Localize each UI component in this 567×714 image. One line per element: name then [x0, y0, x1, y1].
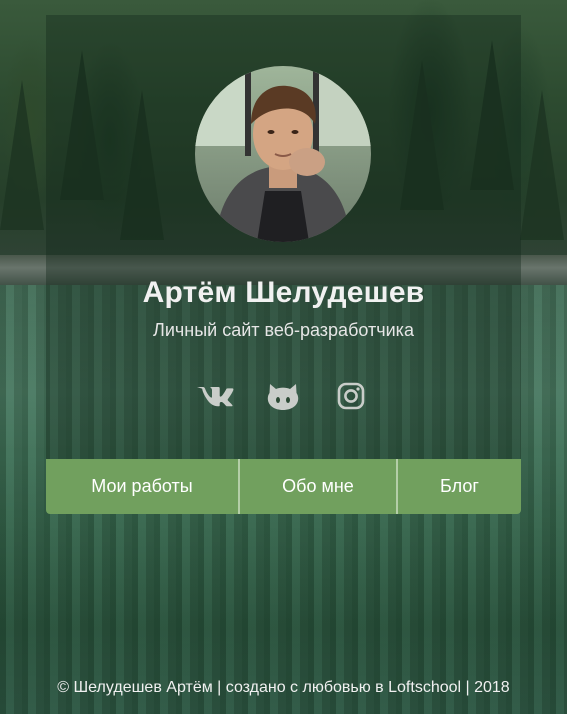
instagram-icon	[337, 382, 365, 410]
nav-about-button[interactable]: Обо мне	[240, 459, 396, 514]
instagram-link[interactable]	[331, 378, 371, 414]
vk-link[interactable]	[195, 378, 235, 414]
social-links	[195, 378, 371, 414]
tree-shape	[520, 90, 564, 240]
avatar-photo	[195, 66, 371, 242]
github-icon	[267, 384, 299, 410]
nav-blog-button[interactable]: Блог	[398, 459, 521, 514]
tree-shape	[0, 80, 44, 230]
profile-name: Артём Шелудешев	[142, 276, 425, 309]
profile-subtitle: Личный сайт веб-разработчика	[153, 320, 414, 340]
nav-my-works-button[interactable]: Мои работы	[46, 459, 238, 514]
vk-icon	[197, 387, 234, 407]
github-link[interactable]	[263, 378, 303, 414]
avatar	[195, 66, 371, 242]
main-nav: Мои работы Обо мне Блог	[46, 459, 521, 514]
footer-copyright: © Шелудешев Артём | создано с любовью в …	[57, 679, 510, 696]
